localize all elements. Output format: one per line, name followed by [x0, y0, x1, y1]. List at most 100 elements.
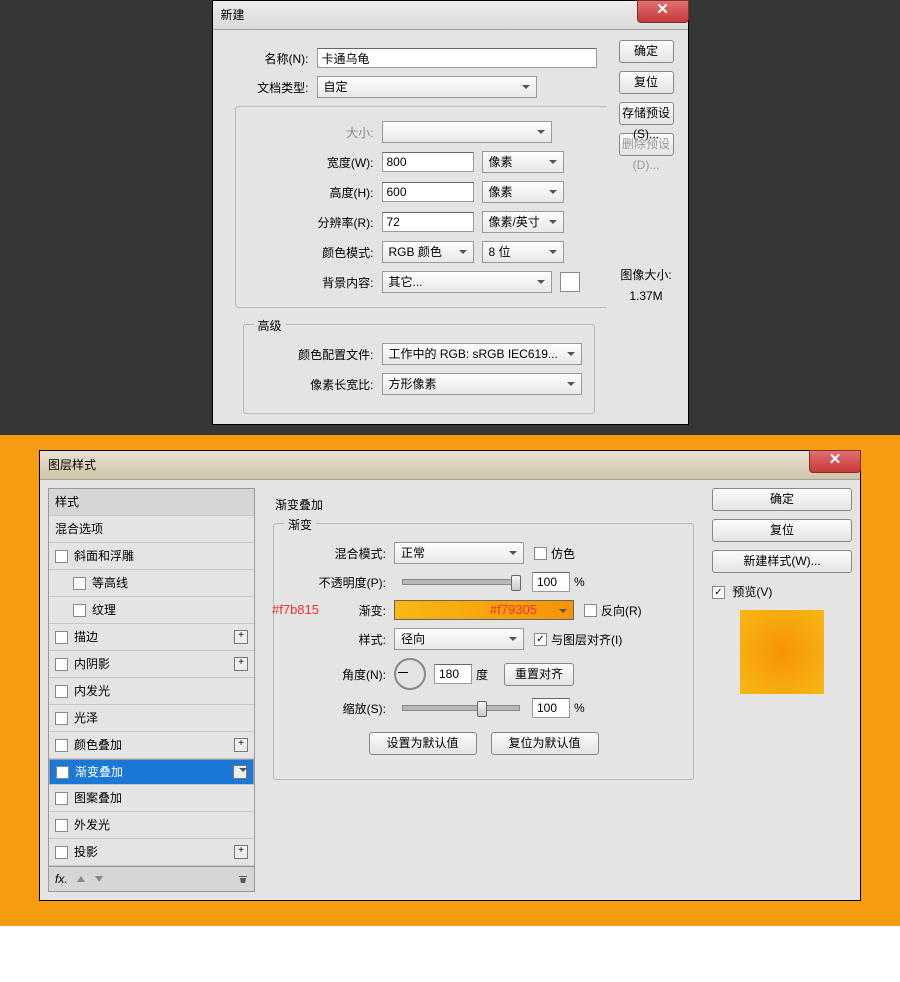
name-input[interactable]	[317, 48, 597, 68]
style-list-item[interactable]: 等高线	[49, 570, 254, 597]
style-list: 样式 混合选项 斜面和浮雕等高线纹理描边+内阴影+内发光光泽颜色叠加+✓渐变叠加…	[48, 488, 255, 892]
reset-button[interactable]: 复位	[619, 71, 674, 94]
reset-button[interactable]: 复位	[712, 519, 852, 542]
style-list-item[interactable]: 光泽	[49, 705, 254, 732]
scale-slider[interactable]	[402, 705, 520, 711]
close-icon[interactable]: ✕	[809, 450, 861, 473]
dither-checkbox[interactable]	[534, 547, 547, 560]
style-checkbox[interactable]	[73, 577, 86, 590]
titlebar[interactable]: 图层样式 ✕	[40, 451, 860, 480]
reverse-checkbox[interactable]	[584, 604, 597, 617]
colormode-select[interactable]: RGB 颜色	[382, 241, 474, 263]
style-checkbox[interactable]	[55, 685, 68, 698]
preview-swatch	[740, 610, 824, 694]
resolution-unit-select[interactable]: 像素/英寸	[482, 211, 564, 233]
style-checkbox[interactable]	[55, 739, 68, 752]
arrow-down-icon[interactable]	[94, 874, 104, 884]
size-select[interactable]	[382, 121, 552, 143]
plus-icon[interactable]: +	[234, 738, 248, 752]
style-list-item[interactable]: 图案叠加	[49, 785, 254, 812]
width-unit-select[interactable]: 像素	[482, 151, 564, 173]
style-item-label: 纹理	[92, 597, 116, 623]
style-list-item[interactable]: 外发光	[49, 812, 254, 839]
save-preset-button[interactable]: 存储预设(S)...	[619, 102, 674, 125]
opacity-slider[interactable]	[402, 579, 520, 585]
plus-icon[interactable]: +	[233, 765, 247, 779]
style-list-item[interactable]: 内发光	[49, 678, 254, 705]
bgcontent-select[interactable]: 其它...	[382, 271, 552, 293]
style-checkbox[interactable]	[55, 819, 68, 832]
style-checkbox[interactable]	[55, 550, 68, 563]
blendmode-select[interactable]: 正常	[394, 542, 524, 564]
bgcolor-swatch[interactable]	[560, 272, 580, 292]
advanced-group-label: 高级	[254, 317, 286, 334]
style-list-item[interactable]: 斜面和浮雕	[49, 543, 254, 570]
fx-label: fx.	[55, 872, 68, 886]
reverse-label: 反向(R)	[601, 602, 642, 619]
image-size-label: 图像大小:	[619, 266, 674, 283]
titlebar[interactable]: 新建 ✕	[213, 1, 688, 30]
style-list-item[interactable]: 颜色叠加 +	[49, 732, 254, 759]
plus-icon[interactable]: +	[234, 657, 248, 671]
resolution-input[interactable]	[382, 212, 474, 232]
style-label: 样式:	[286, 631, 394, 648]
ok-button[interactable]: 确定	[619, 40, 674, 63]
style-checkbox[interactable]	[55, 658, 68, 671]
style-item-label: 光泽	[74, 705, 98, 731]
profile-label: 颜色配置文件:	[256, 346, 382, 363]
annotation-color2: #f79305	[490, 602, 537, 617]
style-checkbox[interactable]: ✓	[56, 766, 69, 779]
close-icon[interactable]: ✕	[637, 0, 689, 23]
layer-style-dialog: 图层样式 ✕ 样式 混合选项 斜面和浮雕等高线纹理描边+内阴影+内发光光泽颜色叠…	[39, 450, 861, 901]
style-list-item[interactable]: 内阴影 +	[49, 651, 254, 678]
ok-button[interactable]: 确定	[712, 488, 852, 511]
blendmode-label: 混合模式:	[286, 545, 394, 562]
width-input[interactable]	[382, 152, 474, 172]
reset-align-button[interactable]: 重置对齐	[504, 663, 574, 686]
new-style-button[interactable]: 新建样式(W)...	[712, 550, 852, 573]
plus-icon[interactable]: +	[234, 630, 248, 644]
angle-dial[interactable]	[394, 658, 426, 690]
style-item-label: 外发光	[74, 812, 110, 838]
aspect-label: 像素长宽比:	[256, 376, 382, 393]
angle-input[interactable]	[434, 664, 472, 684]
delete-preset-button[interactable]: 删除预设(D)...	[619, 133, 674, 156]
scale-label: 缩放(S):	[286, 700, 394, 717]
style-checkbox[interactable]	[73, 604, 86, 617]
profile-select[interactable]: 工作中的 RGB: sRGB IEC619...	[382, 343, 582, 365]
set-default-button[interactable]: 设置为默认值	[369, 732, 477, 755]
style-list-item[interactable]: 投影+	[49, 839, 254, 866]
preview-checkbox[interactable]: ✓	[712, 586, 725, 599]
height-unit-select[interactable]: 像素	[482, 181, 564, 203]
doctype-label: 文档类型:	[231, 79, 317, 96]
style-list-item[interactable]: 描边+	[49, 624, 254, 651]
gradient-swatch[interactable]	[394, 600, 574, 620]
dialog-title: 新建	[221, 8, 245, 22]
opacity-input[interactable]	[532, 572, 570, 592]
width-label: 宽度(W):	[296, 154, 382, 171]
arrow-up-icon[interactable]	[76, 874, 86, 884]
new-document-dialog: 新建 ✕ 名称(N): 文档类型: 自定 大小: 宽度(W): 像素 高度(H)…	[212, 0, 689, 425]
style-checkbox[interactable]	[55, 631, 68, 644]
height-input[interactable]	[382, 182, 474, 202]
reset-default-button[interactable]: 复位为默认值	[491, 732, 599, 755]
blend-options-row[interactable]: 混合选项	[49, 516, 254, 543]
style-list-item[interactable]: ✓渐变叠加+	[49, 759, 254, 785]
style-item-label: 内阴影	[74, 651, 110, 677]
panel-title: 渐变叠加	[275, 496, 694, 513]
align-checkbox[interactable]: ✓	[534, 633, 547, 646]
opacity-label: 不透明度(P):	[286, 574, 394, 591]
style-checkbox[interactable]	[55, 846, 68, 859]
style-checkbox[interactable]	[55, 712, 68, 725]
bitdepth-select[interactable]: 8 位	[482, 241, 564, 263]
style-checkbox[interactable]	[55, 792, 68, 805]
scale-input[interactable]	[532, 698, 570, 718]
gradient-style-select[interactable]: 径向	[394, 628, 524, 650]
aspect-select[interactable]: 方形像素	[382, 373, 582, 395]
style-list-item[interactable]: 纹理	[49, 597, 254, 624]
doctype-select[interactable]: 自定	[317, 76, 537, 98]
annotation-color1: #f7b815	[272, 602, 319, 617]
trash-icon[interactable]	[238, 874, 248, 884]
style-item-label: 颜色叠加	[74, 732, 122, 758]
plus-icon[interactable]: +	[234, 845, 248, 859]
